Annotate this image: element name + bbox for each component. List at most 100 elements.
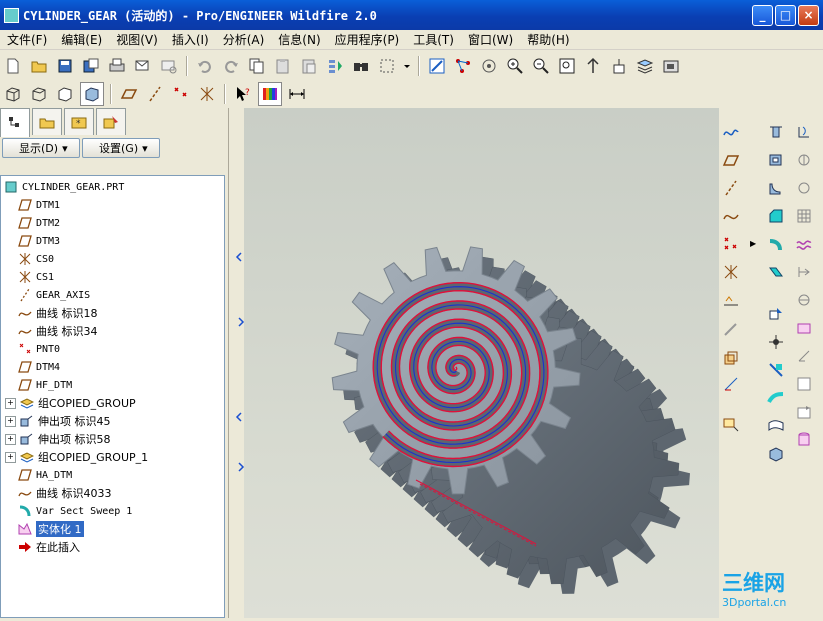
tree-item[interactable]: DTM4 — [5, 358, 60, 376]
show-dropdown[interactable]: 显示(D) ▾ — [2, 138, 80, 158]
tree-item[interactable]: HA_DTM — [5, 466, 72, 484]
cylinder-tool-icon[interactable] — [793, 429, 815, 451]
repaint-icon[interactable] — [426, 55, 448, 77]
datum-plane-tool-icon[interactable] — [720, 149, 742, 171]
blend-tool-icon[interactable] — [765, 261, 787, 283]
email-icon[interactable] — [132, 55, 154, 77]
saved-views-icon[interactable] — [608, 55, 630, 77]
zoom-out-icon[interactable] — [530, 55, 552, 77]
spin-center-icon[interactable] — [452, 55, 474, 77]
tab-favorites[interactable]: * — [64, 108, 94, 135]
sweep-tool-icon[interactable] — [765, 233, 787, 255]
tree-item[interactable]: 实体化 1 — [5, 520, 84, 538]
graphics-window[interactable] — [244, 108, 719, 618]
reorient-icon[interactable] — [582, 55, 604, 77]
menu-insert[interactable]: 插入(I) — [165, 31, 216, 48]
chevron-down-icon[interactable] — [402, 55, 412, 77]
orient-mode-icon[interactable] — [478, 55, 500, 77]
selection-box-icon[interactable] — [376, 55, 398, 77]
tree-item[interactable]: CS0 — [5, 250, 54, 268]
new-file-icon[interactable] — [2, 55, 24, 77]
paste-special-icon[interactable] — [298, 55, 320, 77]
close-button[interactable]: × — [798, 4, 819, 26]
tree-item[interactable]: + 组COPIED_GROUP_1 — [5, 448, 148, 466]
intersect-tool-icon[interactable] — [765, 359, 787, 381]
mirror-tool-icon[interactable] — [793, 205, 815, 227]
sketched-datum-curve-icon[interactable] — [720, 121, 742, 143]
coordinate-systems-toggle-icon[interactable] — [196, 83, 218, 105]
tree-item[interactable]: DTM3 — [5, 232, 60, 250]
datum-axes-toggle-icon[interactable] — [144, 83, 166, 105]
trim-tool-icon[interactable] — [765, 303, 787, 325]
menu-applications[interactable]: 应用程序(P) — [328, 31, 407, 48]
hole-tool-icon[interactable] — [765, 121, 787, 143]
project-tool-icon[interactable] — [793, 345, 815, 367]
copy-icon[interactable] — [246, 55, 268, 77]
datum-planes-toggle-icon[interactable] — [118, 83, 140, 105]
wave-surface-icon[interactable] — [793, 233, 815, 255]
rib-tool-icon[interactable] — [793, 149, 815, 171]
tree-item[interactable]: GEAR_AXIS — [5, 286, 90, 304]
email-link-icon[interactable] — [158, 55, 180, 77]
analysis-feature-icon[interactable] — [720, 289, 742, 311]
fill-tool-icon[interactable] — [793, 401, 815, 423]
menu-view[interactable]: 视图(V) — [109, 31, 165, 48]
datum-curve-tool-icon[interactable] — [720, 205, 742, 227]
surface-patch-icon[interactable] — [765, 415, 787, 437]
round-tool-icon[interactable] — [765, 177, 787, 199]
pattern-tool-icon[interactable] — [793, 177, 815, 199]
wireframe-icon[interactable] — [2, 83, 24, 105]
undo-icon[interactable] — [194, 55, 216, 77]
menu-edit[interactable]: 编辑(E) — [54, 31, 109, 48]
merge-tool-icon[interactable] — [765, 331, 787, 353]
chevron-right-icon[interactable]: ▶ — [750, 239, 756, 248]
shell-tool-icon[interactable] — [765, 149, 787, 171]
layers-icon[interactable] — [634, 55, 656, 77]
coordinate-system-tool-icon[interactable] — [720, 261, 742, 283]
extend-tool-icon[interactable] — [793, 373, 815, 395]
tree-item[interactable]: + 伸出项 标识58 — [5, 430, 111, 448]
regenerate-icon[interactable] — [324, 55, 346, 77]
panel-splitter[interactable] — [228, 108, 245, 618]
settings-dropdown[interactable]: 设置(G) ▾ — [82, 138, 160, 158]
measure-icon[interactable] — [286, 83, 308, 105]
tree-item[interactable]: + 伸出项 标识45 — [5, 412, 111, 430]
tree-item[interactable]: DTM1 — [5, 196, 60, 214]
datum-points-toggle-icon[interactable] — [170, 83, 192, 105]
solidify-tool-icon[interactable] — [765, 443, 787, 465]
refit-icon[interactable] — [556, 55, 578, 77]
shading-icon[interactable] — [80, 82, 104, 106]
view-manager-icon[interactable] — [660, 55, 682, 77]
redo-icon[interactable] — [220, 55, 242, 77]
tab-folder-browser[interactable] — [32, 108, 62, 135]
annotation-feature-icon[interactable] — [720, 413, 742, 435]
sketch-tool-icon[interactable] — [793, 289, 815, 311]
appearance-gallery-icon[interactable] — [258, 82, 282, 106]
open-folder-icon[interactable] — [28, 55, 50, 77]
menu-info[interactable]: 信息(N) — [271, 31, 327, 48]
thicken-tool-icon[interactable] — [793, 317, 815, 339]
paste-icon[interactable] — [272, 55, 294, 77]
extrude-tool-icon[interactable] — [720, 347, 742, 369]
no-hidden-icon[interactable] — [54, 83, 76, 105]
menu-analysis[interactable]: 分析(A) — [216, 31, 272, 48]
expand-toggle-icon[interactable]: + — [5, 415, 16, 427]
tree-item[interactable]: + 组COPIED_GROUP — [5, 394, 136, 412]
datum-point-tool-icon[interactable] — [720, 233, 742, 255]
zoom-in-icon[interactable] — [504, 55, 526, 77]
tree-item[interactable]: CS1 — [5, 268, 54, 286]
save-copy-icon[interactable] — [80, 55, 102, 77]
copy-paste-feature-icon[interactable] — [720, 319, 742, 341]
chamfer-tool-icon[interactable] — [765, 205, 787, 227]
menu-help[interactable]: 帮助(H) — [520, 31, 576, 48]
tree-item[interactable]: 曲线 标识4033 — [5, 484, 112, 502]
print-icon[interactable] — [106, 55, 128, 77]
expand-toggle-icon[interactable]: + — [5, 433, 16, 445]
tree-item[interactable]: HF_DTM — [5, 376, 72, 394]
hidden-line-icon[interactable] — [28, 83, 50, 105]
tab-model-tree[interactable] — [0, 108, 30, 137]
tree-item[interactable]: 曲线 标识34 — [5, 322, 98, 340]
expand-toggle-icon[interactable]: + — [5, 397, 16, 409]
tab-connections[interactable] — [96, 108, 126, 135]
menu-window[interactable]: 窗口(W) — [461, 31, 520, 48]
